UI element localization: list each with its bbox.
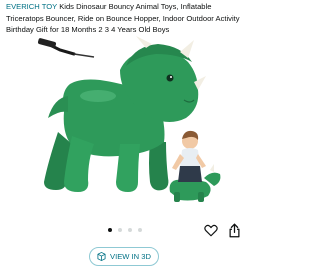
carousel-dot[interactable] xyxy=(118,228,122,232)
heart-icon[interactable] xyxy=(203,222,219,238)
product-title: EVERICH TOY Kids Dinosaur Bouncy Animal … xyxy=(6,1,246,36)
product-image[interactable] xyxy=(0,32,250,222)
view-in-3d-button[interactable]: VIEW IN 3D xyxy=(89,247,159,266)
view-in-3d-label: VIEW IN 3D xyxy=(110,252,151,261)
carousel-dot-active[interactable] xyxy=(108,228,112,232)
hand-pump xyxy=(37,38,95,58)
cube-icon xyxy=(97,252,106,261)
carousel-dot[interactable] xyxy=(138,228,142,232)
brand-link[interactable]: EVERICH TOY xyxy=(6,2,57,11)
carousel-dot[interactable] xyxy=(128,228,132,232)
share-icon[interactable] xyxy=(226,222,242,238)
toddler-rider xyxy=(169,130,221,202)
